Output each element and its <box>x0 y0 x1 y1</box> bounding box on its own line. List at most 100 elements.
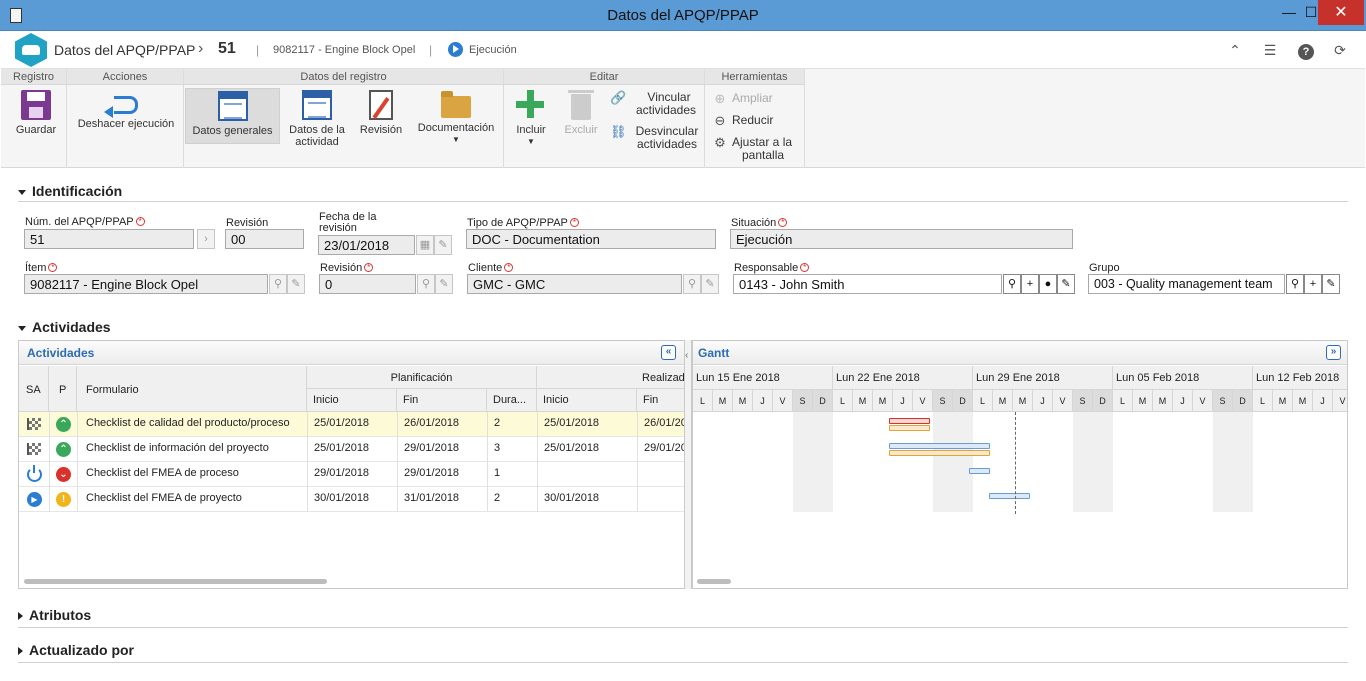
column-header-done-end[interactable]: Fin <box>637 389 684 412</box>
section-title: Actividades <box>32 319 111 335</box>
plus-icon <box>516 90 546 120</box>
section-identificacion-toggle[interactable]: Identificación <box>18 183 122 199</box>
exclude-button[interactable]: Excluir <box>560 88 602 148</box>
gantt-day-label: J <box>893 390 913 412</box>
undo-icon <box>104 96 138 118</box>
table-row[interactable]: ⌃ Checklist de calidad del producto/proc… <box>19 412 684 437</box>
search-icon[interactable]: ⚲ <box>683 274 701 294</box>
form-icon <box>302 90 332 120</box>
collapse-up-icon[interactable]: ⌃ <box>1225 40 1245 60</box>
undo-execution-button[interactable]: Deshacer ejecución <box>73 88 179 148</box>
add-icon[interactable]: + <box>1304 274 1322 294</box>
add-icon[interactable]: + <box>1021 274 1039 294</box>
search-icon[interactable]: ⚲ <box>269 274 287 294</box>
play-status-icon <box>448 42 463 57</box>
checkered-flag-icon <box>27 443 41 455</box>
gantt-week-label: Lun 22 Ene 2018 <box>833 366 973 390</box>
table-row[interactable]: ⌃ Checklist de información del proyecto … <box>19 437 684 462</box>
required-icon: * <box>504 263 514 272</box>
section-actualizado-toggle[interactable]: Actualizado por <box>18 642 134 658</box>
save-button[interactable]: Guardar <box>5 88 67 148</box>
ribbon-group-title: Editar <box>504 69 704 85</box>
gantt-weekend-column <box>1093 412 1113 512</box>
eraser-icon[interactable]: ✎ <box>434 235 452 255</box>
required-icon: * <box>778 218 788 227</box>
revision-button[interactable]: Revisión <box>356 88 406 148</box>
ribbon-group-title: Registro <box>1 69 66 85</box>
collapse-left-icon[interactable]: « <box>661 345 676 360</box>
column-header-end[interactable]: Fin <box>397 389 487 412</box>
type-label: Tipo de APQP/PPAP * <box>467 218 579 229</box>
gantt-week-label: Lun 05 Feb 2018 <box>1113 366 1253 390</box>
gantt-bar-plan[interactable] <box>969 468 990 474</box>
gantt-bar-plan[interactable] <box>889 443 990 449</box>
type-field: DOC - Documentation <box>466 229 716 249</box>
zoom-in-button[interactable]: ⊕ Ampliar <box>712 92 802 106</box>
record-number: 51 <box>218 40 236 57</box>
fit-screen-button[interactable]: ⚙ Ajustar a la pantalla <box>712 136 802 162</box>
general-data-button[interactable]: Datos generales <box>185 88 280 144</box>
column-divider <box>77 412 78 512</box>
column-header-p[interactable]: P <box>49 366 77 412</box>
eraser-icon[interactable]: ✎ <box>701 274 719 294</box>
row-end: 29/01/2018 <box>404 467 460 479</box>
gantt-bar-done[interactable] <box>889 450 990 456</box>
chevron-right-icon <box>18 647 23 656</box>
activities-panel: Actividades « SA P Formulario Planificac… <box>18 340 685 589</box>
ribbon-group-title: Herramientas <box>705 69 804 85</box>
record-item: 9082117 - Engine Block Opel <box>273 44 416 56</box>
gantt-day-label: J <box>753 390 773 412</box>
unlink-activities-button[interactable]: ⛓ Desvincular actividades <box>610 125 704 151</box>
section-divider <box>18 627 1348 628</box>
eraser-icon[interactable]: ✎ <box>287 274 305 294</box>
table-row[interactable]: ⌄ Checklist del FMEA de proceso 29/01/20… <box>19 462 684 487</box>
close-window-button[interactable]: ✕ <box>1318 0 1364 25</box>
documentation-button[interactable]: Documentación ▼ <box>412 88 500 154</box>
table-row[interactable]: ▶ ! Checklist del FMEA de proyecto 30/01… <box>19 487 684 512</box>
required-icon: * <box>48 263 58 272</box>
gantt-bar-plan[interactable] <box>889 418 930 424</box>
form-icon <box>217 91 248 121</box>
refresh-icon[interactable]: ⟳ <box>1330 40 1350 60</box>
group-field[interactable]: 003 - Quality management team <box>1088 274 1285 294</box>
user-icon[interactable]: ● <box>1039 274 1057 294</box>
activity-data-button[interactable]: Datos de la actividad <box>282 88 352 154</box>
gantt-day-label: M <box>873 390 893 412</box>
eraser-icon[interactable]: ✎ <box>435 274 453 294</box>
chevron-right-icon[interactable]: › <box>197 229 215 249</box>
row-start: 29/01/2018 <box>314 467 370 479</box>
include-button[interactable]: Incluir ▼ <box>510 88 552 154</box>
search-icon[interactable]: ⚲ <box>417 274 435 294</box>
eraser-icon[interactable]: ✎ <box>1057 274 1075 294</box>
num-label: Núm. del APQP/PPAP * <box>25 217 145 228</box>
column-header-sa[interactable]: SA <box>19 366 49 412</box>
gantt-day-label: V <box>1333 390 1347 412</box>
search-icon[interactable]: ⚲ <box>1286 274 1304 294</box>
section-actividades-toggle[interactable]: Actividades <box>18 319 111 335</box>
eraser-icon[interactable]: ✎ <box>1322 274 1340 294</box>
link-activities-button[interactable]: 🔗 Vincular actividades <box>610 91 704 117</box>
calendar-icon[interactable]: ▦ <box>416 235 434 255</box>
column-header-done-start[interactable]: Inicio <box>537 389 637 412</box>
column-header-duration[interactable]: Dura... <box>487 389 537 412</box>
horizontal-scrollbar[interactable] <box>697 579 731 584</box>
column-divider <box>637 412 638 512</box>
search-icon[interactable]: ⚲ <box>1003 274 1021 294</box>
zoom-out-button[interactable]: ⊖ Reducir <box>712 114 802 128</box>
list-icon[interactable]: ☰ <box>1260 40 1280 60</box>
panel-splitter[interactable]: ‹ <box>684 340 692 589</box>
responsible-field[interactable]: 0143 - John Smith <box>733 274 1002 294</box>
gantt-bar-done[interactable] <box>889 425 930 431</box>
column-header-form[interactable]: Formulario <box>77 366 307 412</box>
help-icon[interactable]: ? <box>1296 40 1316 60</box>
horizontal-scrollbar[interactable] <box>24 579 327 584</box>
gantt-panel-title: Gantt <box>698 346 730 360</box>
row-form: Checklist de calidad del producto/proces… <box>86 417 290 429</box>
column-header-start[interactable]: Inicio <box>307 389 397 412</box>
undo-label: Deshacer ejecución <box>77 118 175 130</box>
expand-right-icon[interactable]: » <box>1326 345 1341 360</box>
responsible-label: Responsable * <box>734 263 810 274</box>
gantt-bar-plan[interactable] <box>989 493 1030 499</box>
column-divider <box>49 412 50 512</box>
section-atributos-toggle[interactable]: Atributos <box>18 607 91 623</box>
